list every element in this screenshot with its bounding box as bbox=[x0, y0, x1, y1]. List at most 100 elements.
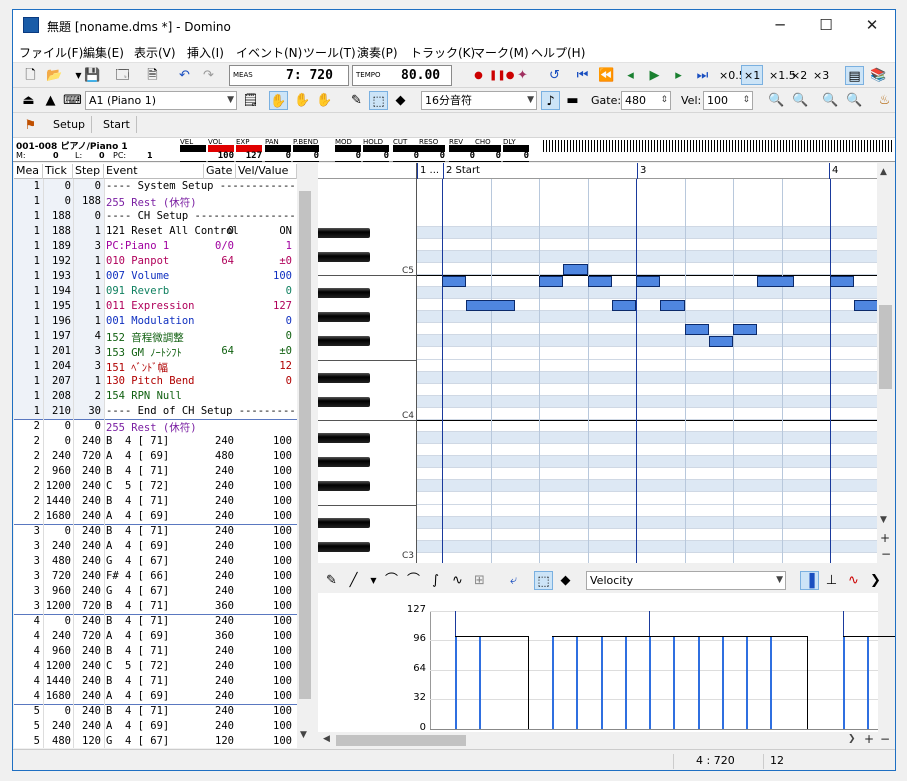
list-view-icon[interactable]: ▤ bbox=[845, 66, 864, 85]
menu-view[interactable]: 表示(V) bbox=[134, 44, 176, 61]
note-block[interactable] bbox=[466, 300, 515, 312]
event-row[interactable]: 1 201 3 153 GM ﾉｰﾄｼﾌﾄ 64 ±0 bbox=[14, 344, 297, 359]
freehand-icon[interactable]: ✎ bbox=[322, 571, 341, 590]
curve-icon[interactable]: ⌒ bbox=[382, 571, 401, 590]
note-block[interactable] bbox=[563, 263, 588, 275]
black-key[interactable] bbox=[318, 457, 370, 468]
event-row[interactable]: 1 210 30 ---- End of CH Setup ---------- bbox=[14, 404, 297, 419]
velocity-bar[interactable] bbox=[697, 636, 700, 729]
event-row[interactable]: 1 188 0 ---- CH Setup ----------------- bbox=[14, 209, 297, 224]
col-event[interactable]: Event bbox=[104, 164, 204, 179]
col-vel[interactable]: Vel/Value bbox=[236, 164, 297, 179]
random-icon[interactable]: ⊞ bbox=[470, 571, 489, 590]
tempo-display[interactable]: TEMPO 80.00 bbox=[352, 65, 452, 86]
event-row[interactable]: 1 207 1 130 Pitch Bend 0 bbox=[14, 374, 297, 389]
velocity-bar[interactable] bbox=[455, 636, 457, 729]
event-row[interactable]: 3 240 240 A 4 [ 69] 240 100 bbox=[14, 539, 297, 554]
event-row[interactable]: 4 0 240 B 4 [ 71] 240 100 bbox=[14, 614, 297, 629]
menu-play[interactable]: 演奏(P) bbox=[357, 44, 398, 61]
track-settings-icon[interactable]: 🗒 bbox=[241, 91, 260, 110]
col-gate[interactable]: Gate bbox=[204, 164, 236, 179]
event-row[interactable]: 3 960 240 G 4 [ 67] 240 100 bbox=[14, 584, 297, 599]
pencil-icon[interactable]: ✎ bbox=[347, 91, 366, 110]
velocity-bar[interactable] bbox=[624, 636, 627, 729]
s-curve-icon[interactable]: ∫ bbox=[426, 571, 445, 590]
insert-icon[interactable]: ⤶ bbox=[504, 571, 523, 590]
black-key[interactable] bbox=[318, 517, 370, 528]
chevron-right-icon[interactable]: ❯ bbox=[866, 571, 885, 590]
note-block[interactable] bbox=[611, 300, 636, 312]
eraser-icon[interactable]: ◆ bbox=[556, 571, 575, 590]
onion-icon[interactable]: ♨ bbox=[875, 91, 894, 110]
hand-select-icon[interactable]: ✋ bbox=[293, 91, 312, 110]
scroll-thumb[interactable] bbox=[336, 735, 466, 746]
wave-icon[interactable]: ∿ bbox=[448, 571, 467, 590]
menu-edit[interactable]: 編集(E) bbox=[83, 44, 124, 61]
menu-track[interactable]: トラック(K) bbox=[410, 44, 475, 61]
note-block[interactable] bbox=[854, 300, 877, 312]
library-icon[interactable]: 📚 bbox=[869, 66, 888, 85]
velocity-bar[interactable] bbox=[673, 636, 676, 729]
event-row[interactable]: 3 1200 720 B 4 [ 71] 360 100 bbox=[14, 599, 297, 614]
black-key[interactable] bbox=[318, 433, 370, 444]
pause-record-icon[interactable]: ❚❚● bbox=[489, 66, 514, 85]
event-row[interactable]: 1 204 3 151 ﾍﾞﾝﾄﾞ幅 12 bbox=[14, 359, 297, 374]
speed-x1[interactable]: ×1 bbox=[741, 65, 763, 85]
event-row[interactable]: 3 480 240 G 4 [ 67] 240 100 bbox=[14, 554, 297, 569]
roll-horizontal-scrollbar[interactable]: ◀ ❯ + − bbox=[318, 732, 894, 749]
event-row[interactable]: 1 208 2 154 RPN Null bbox=[14, 389, 297, 404]
speed-x2[interactable]: ×2 bbox=[791, 69, 807, 82]
note-icon[interactable]: ♪ bbox=[541, 91, 560, 110]
black-key[interactable] bbox=[318, 227, 370, 238]
velocity-bar[interactable] bbox=[576, 636, 579, 729]
measure-display[interactable]: MEAS 7: 720 bbox=[229, 65, 349, 86]
event-row[interactable]: 1 195 1 011 Expression 127 bbox=[14, 299, 297, 314]
new-file-icon[interactable]: 🗋 bbox=[21, 66, 40, 85]
zoom-minus-icon[interactable]: − bbox=[880, 732, 890, 746]
velocity-pane[interactable]: 127 96 64 32 0 bbox=[318, 593, 895, 734]
velocity-bar[interactable] bbox=[600, 636, 603, 729]
velocity-bar[interactable] bbox=[843, 636, 845, 729]
event-row[interactable]: 5 0 240 B 4 [ 71] 240 100 bbox=[14, 704, 297, 719]
rect-select-icon[interactable]: ⬚ bbox=[534, 571, 553, 590]
save-icon[interactable]: 💾 bbox=[83, 66, 102, 85]
zoom-h-out-icon[interactable]: 🔍 bbox=[845, 91, 864, 110]
event-row[interactable]: 4 240 720 A 4 [ 69] 360 100 bbox=[14, 629, 297, 644]
note-block[interactable] bbox=[587, 276, 612, 287]
properties-icon[interactable]: 🗔 bbox=[113, 66, 132, 85]
note-block[interactable] bbox=[733, 324, 758, 336]
event-row[interactable]: 1 197 4 152 音程微調整 0 bbox=[14, 329, 297, 344]
note-block[interactable] bbox=[539, 276, 564, 287]
black-key[interactable] bbox=[318, 541, 370, 552]
event-row[interactable]: 2 240 720 A 4 [ 69] 480 100 bbox=[14, 449, 297, 464]
piano-keyboard[interactable] bbox=[318, 163, 417, 563]
close-button[interactable]: ✕ bbox=[849, 10, 895, 41]
roll-vertical-scrollbar[interactable]: ▲ ▼ + − bbox=[877, 163, 894, 563]
velocity-bar[interactable] bbox=[552, 636, 554, 729]
piano-roll[interactable]: 1 ... 2 Start 3 4 bbox=[417, 163, 877, 563]
curve-alt-icon[interactable]: ⌒ bbox=[404, 571, 423, 590]
zoom-in-icon[interactable]: 🔍 bbox=[767, 91, 786, 110]
eraser-icon[interactable]: ◆ bbox=[391, 91, 410, 110]
stamp-icon[interactable]: ⊥ bbox=[822, 571, 841, 590]
event-row[interactable]: 2 1680 240 A 4 [ 69] 240 100 bbox=[14, 509, 297, 524]
rect-select-icon[interactable]: ⬚ bbox=[369, 91, 388, 110]
wave-red-icon[interactable]: ∿ bbox=[844, 571, 863, 590]
vel-input[interactable]: 100 ⇕ bbox=[703, 91, 753, 110]
note-block[interactable] bbox=[830, 276, 855, 287]
scroll-down-icon[interactable]: ▼ bbox=[880, 515, 887, 525]
event-row[interactable]: 5 480 120 G 4 [ 67] 120 100 bbox=[14, 734, 297, 748]
menu-event[interactable]: イベント(N) bbox=[236, 44, 302, 61]
velocity-bar[interactable] bbox=[479, 636, 482, 729]
track-up-icon[interactable]: ▲ bbox=[41, 91, 60, 110]
zoom-plus-icon[interactable]: + bbox=[880, 531, 890, 545]
bar-mode-icon[interactable]: ▐ bbox=[800, 571, 819, 590]
velocity-bar[interactable] bbox=[721, 636, 724, 729]
event-row[interactable]: 4 1680 240 A 4 [ 69] 240 100 bbox=[14, 689, 297, 704]
velocity-bar[interactable] bbox=[770, 636, 773, 729]
start-marker-button[interactable]: Start bbox=[97, 116, 137, 133]
minimize-button[interactable]: ─ bbox=[757, 10, 803, 41]
note-block[interactable] bbox=[660, 300, 685, 312]
black-key[interactable] bbox=[318, 396, 370, 407]
scroll-down-icon[interactable]: ▼ bbox=[300, 730, 307, 740]
